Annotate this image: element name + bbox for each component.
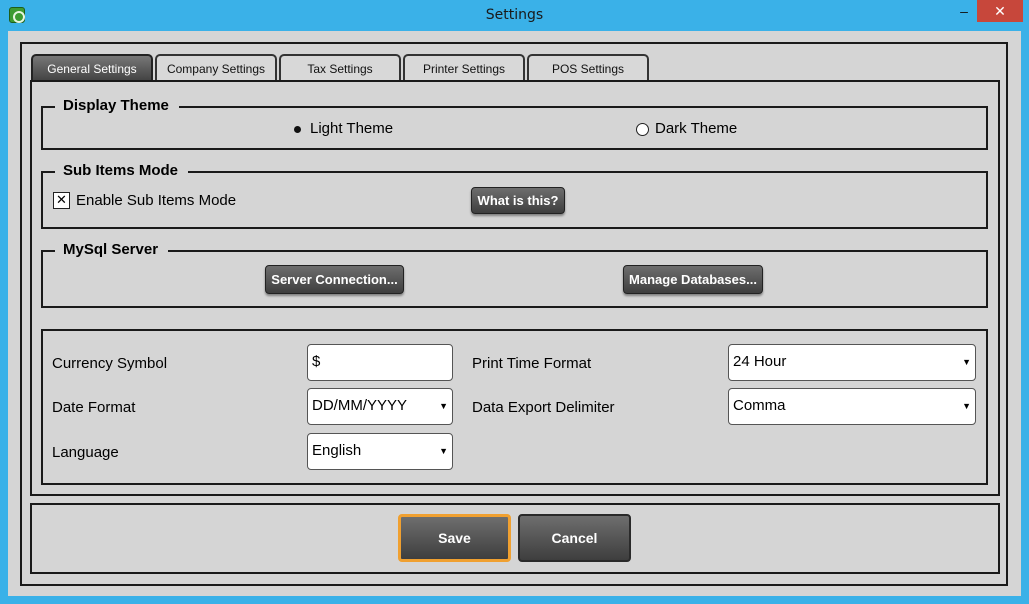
language-label: Language — [52, 444, 119, 461]
tab-printer-settings[interactable]: Printer Settings — [403, 54, 525, 80]
enable-sub-items-label: Enable Sub Items Mode — [76, 192, 237, 209]
tab-tax-settings[interactable]: Tax Settings — [279, 54, 401, 80]
currency-symbol-value: $ — [312, 353, 321, 370]
close-button[interactable]: ✕ — [977, 0, 1023, 22]
light-theme-label: Light Theme — [310, 120, 394, 137]
tab-pos-settings[interactable]: POS Settings — [527, 54, 649, 80]
enable-sub-items-checkbox[interactable]: ✕ — [53, 192, 70, 209]
data-export-delimiter-value: Comma — [733, 397, 786, 414]
what-is-this-button[interactable]: What is this? — [471, 187, 565, 214]
language-value: English — [312, 442, 362, 459]
data-export-delimiter-select[interactable]: Comma ▼ — [728, 388, 976, 425]
print-time-format-value: 24 Hour — [733, 353, 787, 370]
manage-databases-button[interactable]: Manage Databases... — [623, 265, 763, 294]
tab-company-settings[interactable]: Company Settings — [155, 54, 277, 80]
print-time-format-label: Print Time Format — [472, 355, 592, 372]
radio-selected-icon — [291, 123, 304, 136]
light-theme-radio[interactable]: Light Theme — [291, 120, 393, 138]
mysql-server-title: MySql Server — [55, 241, 169, 259]
chevron-down-icon: ▼ — [439, 446, 448, 456]
display-theme-title: Display Theme — [55, 97, 179, 115]
date-format-value: DD/MM/YYYY — [312, 397, 408, 414]
server-connection-button[interactable]: Server Connection... — [265, 265, 404, 294]
cancel-button[interactable]: Cancel — [518, 514, 631, 562]
dark-theme-radio[interactable]: Dark Theme — [636, 120, 737, 138]
title-bar: Settings – ✕ — [0, 0, 1029, 31]
print-time-format-select[interactable]: 24 Hour ▼ — [728, 344, 976, 381]
currency-symbol-label: Currency Symbol — [52, 355, 168, 372]
currency-symbol-input[interactable]: $ — [307, 344, 453, 381]
language-select[interactable]: English ▼ — [307, 433, 453, 470]
chevron-down-icon: ▼ — [962, 357, 971, 367]
action-buttons-frame — [30, 503, 1000, 574]
save-button[interactable]: Save — [398, 514, 511, 562]
data-export-delimiter-label: Data Export Delimiter — [472, 399, 615, 416]
dark-theme-label: Dark Theme — [655, 120, 738, 137]
mysql-server-group — [41, 250, 988, 308]
radio-unselected-icon — [636, 122, 649, 136]
date-format-select[interactable]: DD/MM/YYYY ▼ — [307, 388, 453, 425]
tab-general-settings[interactable]: General Settings — [31, 54, 153, 80]
window-title: Settings — [485, 7, 544, 23]
minimize-button[interactable]: – — [951, 0, 977, 22]
date-format-label: Date Format — [52, 399, 136, 416]
sub-items-title: Sub Items Mode — [55, 162, 189, 180]
display-theme-group — [41, 106, 988, 150]
chevron-down-icon: ▼ — [439, 401, 448, 411]
chevron-down-icon: ▼ — [962, 401, 971, 411]
